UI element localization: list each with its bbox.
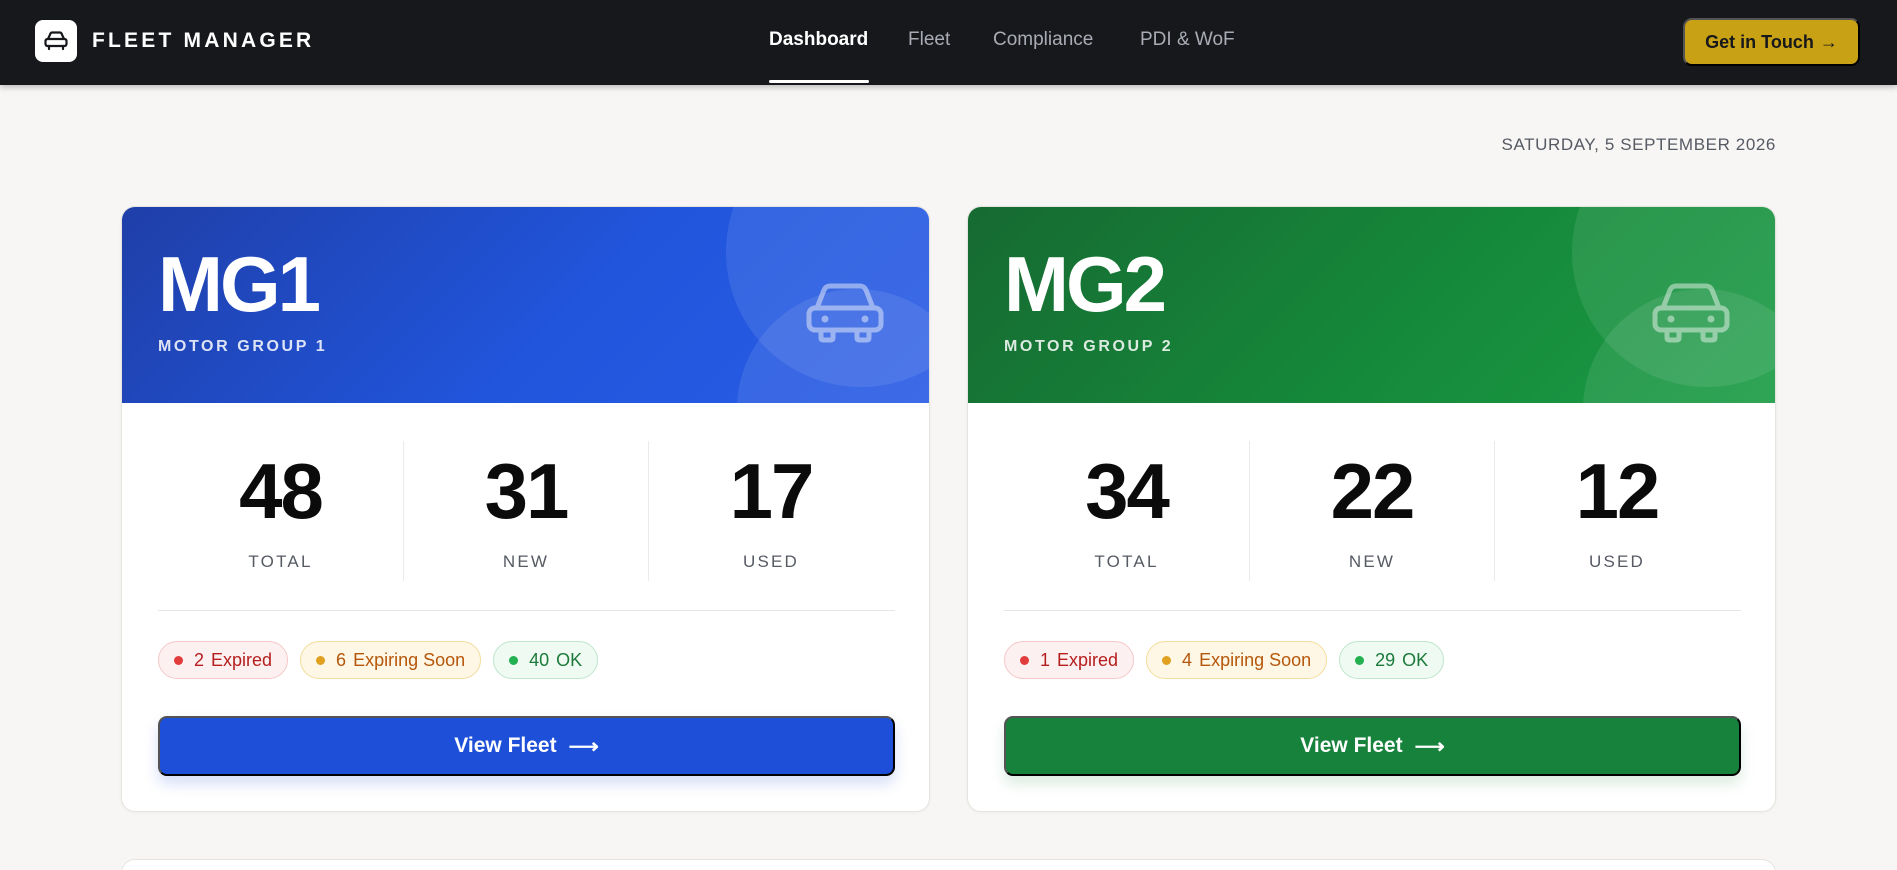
badge-label: Expiring Soon — [1199, 649, 1312, 670]
badge-expired[interactable]: 1 Expired — [1004, 641, 1135, 679]
badge-label: OK — [556, 649, 583, 670]
group-code: MG2 — [1004, 240, 1167, 328]
car-icon — [1652, 283, 1730, 343]
stat-label: USED — [742, 552, 800, 571]
group-name: MOTOR GROUP 1 — [158, 338, 328, 355]
stat-new: 22 NEW — [1249, 441, 1494, 581]
stat-value: 22 — [1330, 447, 1416, 535]
next-section-card — [121, 859, 1776, 870]
badge-count: 2 — [194, 649, 205, 670]
badge-count: 4 — [1182, 649, 1193, 670]
stat-label: TOTAL — [1094, 552, 1159, 571]
get-in-touch-button[interactable]: Get in Touch → — [1683, 18, 1860, 66]
card-hero: MG1 MOTOR GROUP 1 — [122, 207, 929, 403]
top-navbar: FLEET MANAGER Dashboard Fleet Compliance… — [0, 0, 1897, 85]
stat-value: 31 — [484, 447, 570, 535]
dot-icon — [316, 655, 326, 665]
dot-icon — [1355, 655, 1365, 665]
stat-label: NEW — [1348, 552, 1396, 571]
stat-new: 31 NEW — [403, 441, 648, 581]
dot-icon — [1020, 655, 1029, 665]
badge-label: Expired — [211, 649, 273, 670]
badge-ok[interactable]: 40 OK — [493, 641, 599, 679]
divider — [1004, 610, 1741, 611]
dot-icon — [1162, 655, 1172, 665]
group-name: MOTOR GROUP 2 — [1004, 338, 1174, 355]
arrow-right-icon: ⟶ — [1414, 734, 1445, 758]
tab-pdi-wof[interactable]: PDI & WoF — [1140, 29, 1235, 51]
badge-label: Expiring Soon — [353, 649, 466, 670]
compliance-badges: 2 Expired 6 Expiring Soon 40 OK — [158, 641, 599, 679]
badge-count: 40 — [529, 649, 550, 670]
arrow-right-icon: → — [1819, 31, 1838, 52]
stat-label: NEW — [502, 552, 550, 571]
button-label: View Fleet — [454, 734, 557, 757]
stat-total: 48 TOTAL — [158, 441, 403, 581]
stat-label: TOTAL — [248, 552, 313, 571]
current-date: SATURDAY, 5 SEPTEMBER 2026 — [1501, 135, 1776, 154]
stat-value: 17 — [729, 447, 815, 535]
stat-total: 34 TOTAL — [1004, 441, 1249, 581]
badge-count: 1 — [1040, 649, 1051, 670]
badge-count: 29 — [1375, 649, 1396, 670]
tab-compliance[interactable]: Compliance — [993, 29, 1093, 51]
tab-fleet[interactable]: Fleet — [908, 29, 950, 51]
badge-label: OK — [1402, 649, 1429, 670]
view-fleet-button[interactable]: View Fleet ⟶ — [158, 716, 895, 776]
stat-value: 48 — [239, 447, 324, 535]
card-hero: MG2 MOTOR GROUP 2 — [968, 207, 1775, 403]
badge-expiring-soon[interactable]: 4 Expiring Soon — [1146, 641, 1328, 679]
car-icon — [44, 31, 68, 51]
arrow-right-icon: ⟶ — [568, 734, 599, 758]
group-code: MG1 — [158, 240, 321, 328]
badge-count: 6 — [336, 649, 347, 670]
divider — [158, 610, 895, 611]
stat-used: 17 USED — [648, 441, 893, 581]
stat-label: USED — [1588, 552, 1646, 571]
fleet-stats: 48 TOTAL 31 NEW 17 USED — [158, 441, 895, 581]
badge-label: Expired — [1057, 649, 1119, 670]
brand-name: FLEET MANAGER — [92, 29, 315, 52]
stat-used: 12 USED — [1494, 441, 1739, 581]
cta-label: Get in Touch — [1705, 31, 1814, 52]
active-tab-indicator — [769, 80, 869, 83]
tab-dashboard[interactable]: Dashboard — [769, 29, 868, 51]
button-label: View Fleet — [1300, 734, 1403, 757]
dot-icon — [174, 655, 183, 665]
dot-icon — [509, 655, 519, 665]
motor-group-card-mg2: MG2 MOTOR GROUP 2 34 TOTAL 22 NEW 12 USE… — [967, 206, 1776, 812]
stat-value: 12 — [1575, 447, 1661, 535]
car-icon — [806, 283, 884, 343]
motor-group-card-mg1: MG1 MOTOR GROUP 1 48 TOTAL 31 NEW 17 USE… — [121, 206, 930, 812]
view-fleet-button[interactable]: View Fleet ⟶ — [1004, 716, 1741, 776]
badge-expiring-soon[interactable]: 6 Expiring Soon — [300, 641, 482, 679]
badge-ok[interactable]: 29 OK — [1339, 641, 1445, 679]
compliance-badges: 1 Expired 4 Expiring Soon 29 OK — [1004, 641, 1445, 679]
badge-expired[interactable]: 2 Expired — [158, 641, 289, 679]
stat-value: 34 — [1085, 447, 1170, 535]
logo[interactable] — [35, 20, 77, 62]
fleet-stats: 34 TOTAL 22 NEW 12 USED — [1004, 441, 1741, 581]
